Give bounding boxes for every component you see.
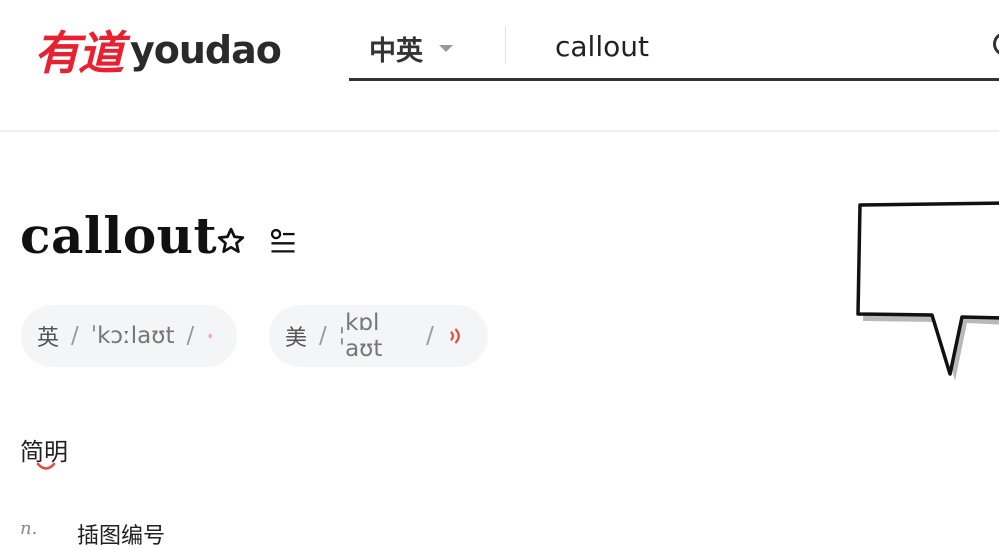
definition-text: 插图编号 xyxy=(77,524,166,549)
divider xyxy=(505,26,506,64)
list-icon[interactable] xyxy=(269,226,297,256)
phonetic-us-label: 美 xyxy=(285,326,308,351)
header: 有道 youdao 中英 xyxy=(0,0,999,132)
phonetic-uk-ipa: ˈkɔːlaʊt xyxy=(90,323,175,349)
language-label: 中英 xyxy=(369,35,423,67)
logo-english: youdao xyxy=(130,28,282,72)
speaker-icon[interactable] xyxy=(448,325,464,347)
search-icon[interactable] xyxy=(993,32,999,56)
logo-chinese: 有道 xyxy=(34,26,124,80)
star-icon[interactable] xyxy=(216,226,246,256)
slash: / xyxy=(71,323,79,349)
tab-active-indicator xyxy=(36,462,56,470)
youdao-logo[interactable]: 有道 youdao xyxy=(34,22,282,80)
slash: / xyxy=(426,323,434,349)
phonetic-uk[interactable]: 英 / ˈkɔːlaʊt / xyxy=(21,305,237,367)
slash: / xyxy=(186,323,195,349)
slash: / xyxy=(319,323,327,349)
phonetic-uk-label: 英 xyxy=(37,326,60,351)
word-title: callout xyxy=(20,206,218,265)
search-bar: 中英 xyxy=(349,20,999,81)
search-input[interactable] xyxy=(555,24,955,68)
speaker-icon[interactable] xyxy=(208,325,213,347)
phonetic-us[interactable]: 美 / ˌkɒlˈaʊt / xyxy=(269,305,488,367)
caret-down-icon xyxy=(439,44,453,52)
callout-bubble-image xyxy=(856,201,999,381)
part-of-speech: n. xyxy=(20,518,38,539)
language-select[interactable]: 中英 xyxy=(369,28,453,68)
phonetic-us-ipa: ˌkɒlˈaʊt xyxy=(338,310,383,362)
